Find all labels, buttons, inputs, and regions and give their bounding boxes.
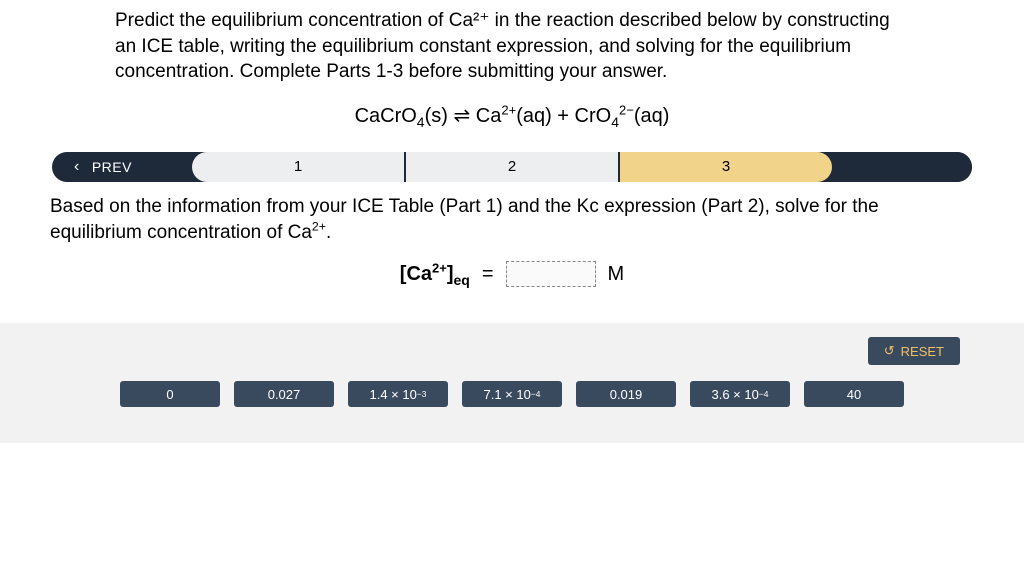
reset-button[interactable]: ↺ RESET — [868, 337, 960, 365]
options-panel: ↺ RESET 0 0.027 1.4 × 10−3 7.1 × 10−4 0.019 3… — [0, 323, 1024, 443]
reset-label: RESET — [901, 344, 944, 359]
prompt-text: Predict the equilibrium concentration of… — [115, 8, 895, 85]
answer-equation: [Ca2+]eq = M — [50, 261, 974, 287]
answer-drop-zone[interactable] — [506, 261, 596, 287]
undo-icon: ↺ — [884, 343, 895, 359]
chevron-left-icon: ‹ — [74, 158, 80, 176]
step-nav: ‹ PREV 1 2 3 — [52, 152, 972, 182]
option-button-6[interactable]: 40 — [804, 381, 904, 407]
step-tab-2[interactable]: 2 — [406, 152, 620, 182]
instruction-text: Based on the information from your ICE T… — [50, 194, 974, 245]
option-button-1[interactable]: 0.027 — [234, 381, 334, 407]
equals-sign: = — [482, 263, 494, 286]
prev-button[interactable]: ‹ PREV — [52, 152, 192, 182]
options-row: 0 0.027 1.4 × 10−3 7.1 × 10−4 0.019 3.6 × 10−… — [16, 381, 1008, 407]
answer-unit: M — [608, 263, 625, 286]
step-tab-3[interactable]: 3 — [620, 152, 832, 182]
option-button-4[interactable]: 0.019 — [576, 381, 676, 407]
prev-label: PREV — [92, 159, 132, 175]
step-tab-1[interactable]: 1 — [192, 152, 406, 182]
option-button-3[interactable]: 7.1 × 10−4 — [462, 381, 562, 407]
option-button-0[interactable]: 0 — [120, 381, 220, 407]
reaction-equation: CaCrO4(s) ⇌ Ca2+(aq) + CrO42−(aq) — [50, 103, 974, 128]
nav-tail — [832, 152, 972, 182]
answer-lhs: [Ca2+]eq — [400, 263, 470, 286]
option-button-2[interactable]: 1.4 × 10−3 — [348, 381, 448, 407]
option-button-5[interactable]: 3.6 × 10−4 — [690, 381, 790, 407]
